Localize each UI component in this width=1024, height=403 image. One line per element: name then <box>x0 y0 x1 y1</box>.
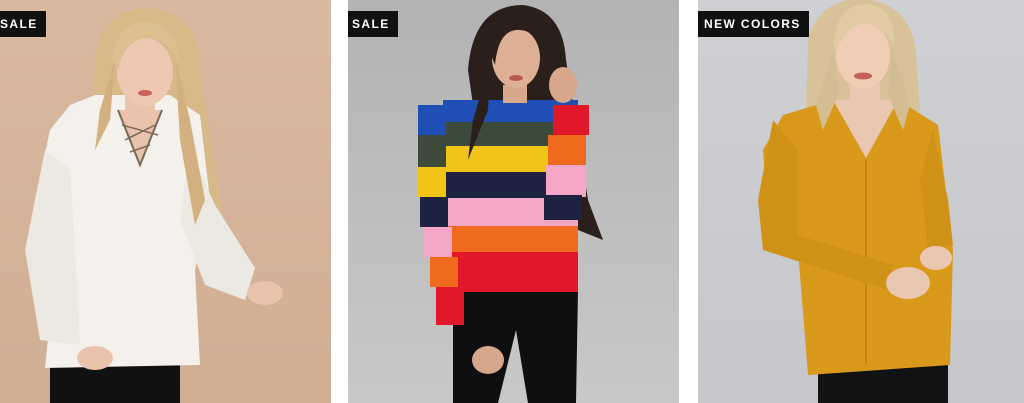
product-card-2[interactable]: SALE <box>348 0 679 403</box>
product-image[interactable] <box>348 0 679 403</box>
product-image[interactable] <box>0 0 331 403</box>
product-card-1[interactable]: SALE <box>0 0 331 403</box>
product-image[interactable] <box>698 0 1024 403</box>
sale-badge: SALE <box>348 11 398 37</box>
new-colors-badge: NEW COLORS <box>698 11 809 37</box>
product-card-3[interactable]: NEW COLORS <box>698 0 1024 403</box>
sale-badge: SALE <box>0 11 46 37</box>
